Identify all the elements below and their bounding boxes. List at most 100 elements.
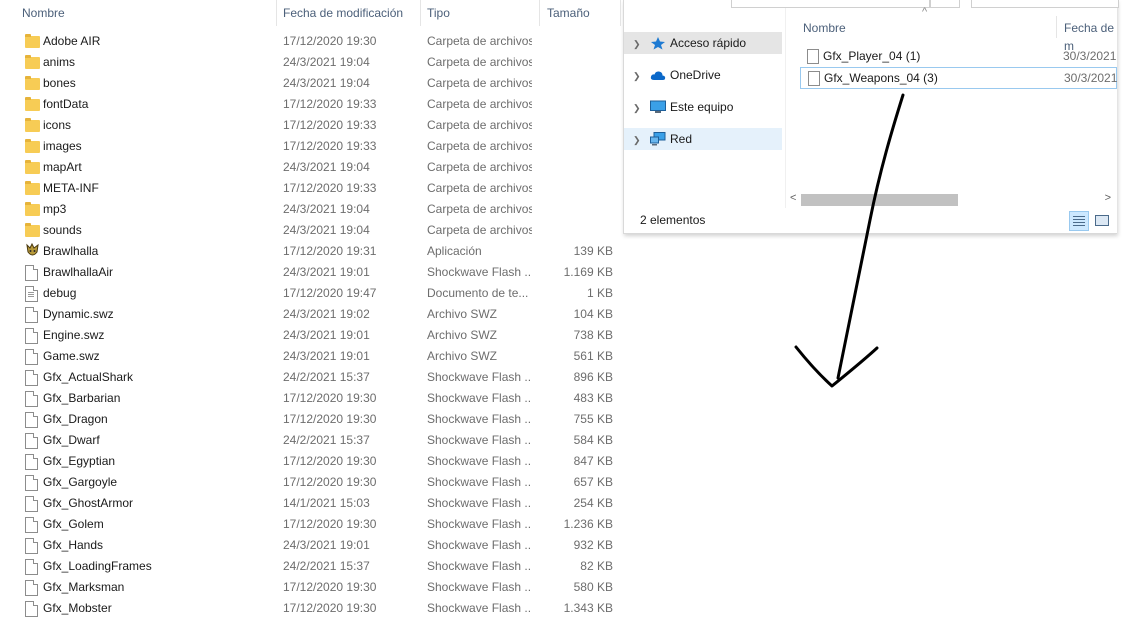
column-header-name[interactable]: Nombre [22, 0, 65, 26]
table-row[interactable]: Gfx_Dragon 17/12/2020 19:30 Shockwave Flas… [0, 409, 622, 430]
scrollbar-thumb[interactable] [801, 194, 958, 206]
table-row[interactable]: mp3 24/3/2021 19:04 Carpeta de archivos [0, 199, 622, 220]
scroll-left-icon[interactable]: < [790, 192, 796, 204]
nav-item[interactable]: ❯ Este equipo [624, 96, 782, 118]
table-row[interactable]: Gfx_Mobster 17/12/2020 19:30 Shockwave Fla… [0, 598, 622, 619]
file-type: Carpeta de archivos [427, 202, 532, 216]
column-divider[interactable] [539, 0, 540, 26]
file-type: Carpeta de archivos [427, 139, 532, 153]
file-type: Shockwave Flash ... [427, 433, 532, 447]
table-row[interactable]: Adobe AIR 17/12/2020 19:30 Carpeta de arch… [0, 31, 622, 52]
table-row[interactable]: BrawlhallaAir 24/3/2021 19:01 Shockwave Fl… [0, 262, 622, 283]
file-size: 580 KB [573, 580, 613, 594]
column-header-size[interactable]: Tamaño [547, 0, 590, 26]
file-date: 17/12/2020 19:33 [283, 97, 377, 111]
column-divider[interactable] [620, 0, 621, 26]
file-date: 24/3/2021 19:02 [283, 307, 370, 321]
file-type: Carpeta de archivos [427, 160, 532, 174]
file-list-pane: ^ Nombre Fecha de modificación Tipo Tama… [0, 0, 622, 632]
star-icon [651, 37, 665, 50]
dialog-file-date: 30/3/2021 [1063, 49, 1117, 63]
dialog-file-row[interactable]: Gfx_Player_04 (1) 30/3/2021 [800, 46, 1117, 66]
nav-item[interactable]: ❯ Acceso rápido [624, 32, 782, 54]
chevron-right-icon[interactable]: ❯ [633, 65, 641, 87]
table-row[interactable]: Engine.swz 24/3/2021 19:01 Archivo SWZ 738 … [0, 325, 622, 346]
dialog-file-name: Gfx_Player_04 (1) [823, 49, 921, 63]
table-row[interactable]: Gfx_GhostArmor 14/1/2021 15:03 Shockwave F… [0, 493, 622, 514]
file-dialog: ❯ Acceso rápido ❯ OneDrive ❯ Este equipo ❯ Red … [623, 0, 1119, 234]
table-row[interactable]: icons 17/12/2020 19:33 Carpeta de archivos [0, 115, 622, 136]
details-view-icon[interactable] [1069, 211, 1089, 231]
file-icon [25, 475, 38, 491]
column-header-date[interactable]: Fecha de modificación [283, 0, 403, 26]
table-row[interactable]: Gfx_Hands 24/3/2021 19:01 Shockwave Flash … [0, 535, 622, 556]
table-row[interactable]: META-INF 17/12/2020 19:33 Carpeta de archi… [0, 178, 622, 199]
table-row[interactable]: fontData 17/12/2020 19:33 Carpeta de archi… [0, 94, 622, 115]
table-row[interactable]: Gfx_Egyptian 17/12/2020 19:30 Shockwave Fl… [0, 451, 622, 472]
table-row[interactable]: Gfx_Dwarf 24/2/2021 15:37 Shockwave Flash … [0, 430, 622, 451]
chevron-right-icon[interactable]: ❯ [633, 33, 641, 55]
file-date: 24/2/2021 15:37 [283, 433, 370, 447]
scroll-right-icon[interactable]: > [1105, 192, 1111, 204]
folder-icon [25, 34, 40, 48]
file-size: 657 KB [573, 475, 613, 489]
nav-item[interactable]: ❯ OneDrive [624, 64, 782, 86]
table-row[interactable]: Gfx_LoadingFrames 24/2/2021 15:37 Shockwav… [0, 556, 622, 577]
table-row[interactable]: sounds 24/3/2021 19:04 Carpeta de archivos [0, 220, 622, 241]
large-icons-view-icon[interactable] [1093, 211, 1111, 229]
file-name: Brawlhalla [43, 244, 99, 258]
column-divider[interactable] [276, 0, 277, 26]
table-row[interactable]: bones 24/3/2021 19:04 Carpeta de archivos [0, 73, 622, 94]
file-date: 24/3/2021 19:04 [283, 223, 370, 237]
file-type: Carpeta de archivos [427, 97, 532, 111]
table-row[interactable]: anims 24/3/2021 19:04 Carpeta de archivos [0, 52, 622, 73]
table-row[interactable]: Gfx_ActualShark 24/2/2021 15:37 Shockwave … [0, 367, 622, 388]
file-type: Archivo SWZ [427, 328, 498, 342]
file-name: Adobe AIR [43, 34, 101, 48]
file-size: 254 KB [573, 496, 613, 510]
file-type: Aplicación [427, 244, 482, 258]
chevron-right-icon[interactable]: ❯ [633, 129, 641, 151]
file-date: 24/2/2021 15:37 [283, 370, 370, 384]
column-divider[interactable] [1056, 16, 1057, 38]
table-row[interactable]: Gfx_Marksman 17/12/2020 19:30 Shockwave Fl… [0, 577, 622, 598]
table-row[interactable]: mapArt 24/3/2021 19:04 Carpeta de archivos [0, 157, 622, 178]
folder-icon [25, 223, 40, 237]
table-row[interactable]: debug 17/12/2020 19:47 Documento de te... 1… [0, 283, 622, 304]
column-divider[interactable] [420, 0, 421, 26]
file-icon [25, 370, 38, 386]
table-row[interactable]: images 17/12/2020 19:33 Carpeta de archivo… [0, 136, 622, 157]
file-name: Gfx_Gargoyle [43, 475, 118, 489]
chevron-right-icon[interactable]: ❯ [633, 97, 641, 119]
table-row[interactable]: Gfx_Gargoyle 17/12/2020 19:30 Shockwave Fl… [0, 472, 622, 493]
column-header-type[interactable]: Tipo [427, 0, 450, 26]
table-row[interactable]: Dynamic.swz 24/3/2021 19:02 Archivo SWZ 104… [0, 304, 622, 325]
refresh-box[interactable] [930, 0, 960, 8]
dialog-file-row[interactable]: Gfx_Weapons_04 (3) 30/3/2021 [800, 67, 1117, 89]
cloud-icon [650, 71, 666, 80]
file-icon [25, 454, 38, 470]
file-date: 17/12/2020 19:30 [283, 34, 377, 48]
nav-item[interactable]: ❯ Red [624, 128, 782, 150]
file-name: debug [43, 286, 77, 300]
file-date: 17/12/2020 19:30 [283, 454, 377, 468]
horizontal-scrollbar[interactable]: < > [787, 192, 1115, 208]
search-box[interactable] [971, 0, 1119, 8]
dialog-column-header-name[interactable]: Nombre [803, 19, 846, 37]
path-box[interactable] [731, 0, 930, 8]
file-date: 17/12/2020 19:30 [283, 475, 377, 489]
file-name: images [43, 139, 82, 153]
table-row[interactable]: Gfx_Golem 17/12/2020 19:30 Shockwave Flash… [0, 514, 622, 535]
table-row[interactable]: Game.swz 24/3/2021 19:01 Archivo SWZ 561 KB [0, 346, 622, 367]
dialog-column-header-date[interactable]: Fecha de m [1064, 19, 1117, 53]
file-date: 24/3/2021 19:04 [283, 76, 370, 90]
file-name: Gfx_Hands [43, 538, 104, 552]
file-icon [25, 412, 38, 428]
file-icon [807, 49, 819, 64]
file-name: Gfx_ActualShark [43, 370, 134, 384]
file-date: 24/3/2021 19:01 [283, 538, 370, 552]
table-row[interactable]: Gfx_Barbarian 17/12/2020 19:30 Shockwave F… [0, 388, 622, 409]
file-name: Gfx_Golem [43, 517, 104, 531]
table-row[interactable]: Brawlhalla 17/12/2020 19:31 Aplicación 139 … [0, 241, 622, 262]
file-size: 139 KB [573, 244, 613, 258]
